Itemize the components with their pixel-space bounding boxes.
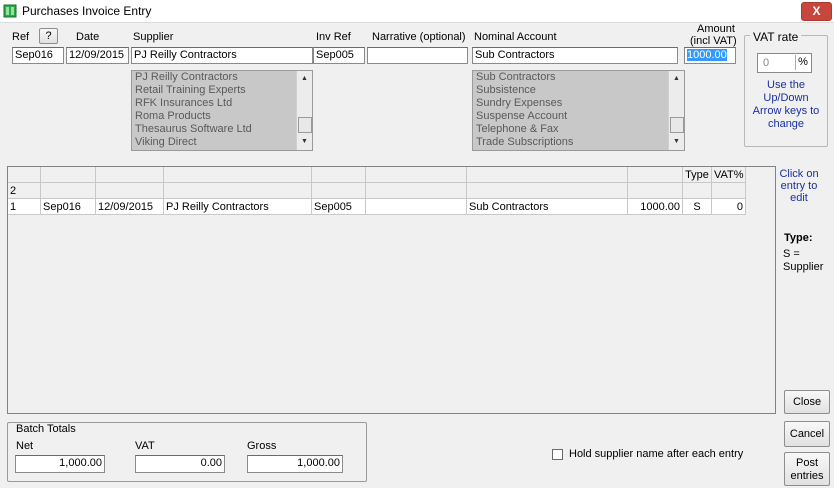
hold-supplier-checkbox[interactable]: [552, 449, 563, 460]
list-item[interactable]: Subsistence: [473, 84, 684, 97]
list-item[interactable]: RFK Insurances Ltd: [132, 97, 312, 110]
grid-cell: 1000.00: [628, 199, 683, 215]
grid-cell: [96, 183, 164, 199]
grid-cell: [366, 199, 467, 215]
nominal-input[interactable]: Sub Contractors: [472, 47, 678, 64]
grid-cell: [164, 183, 312, 199]
nominal-scrollbar[interactable]: ▲ ▼: [668, 71, 684, 150]
amount-value: 1000.00: [687, 49, 727, 61]
net-total-field: 1,000.00: [15, 455, 105, 473]
grid-cell: [164, 167, 312, 183]
grid-cell: [41, 183, 96, 199]
supplier-listbox[interactable]: PJ Reilly Contractors Retail Training Exp…: [131, 70, 313, 151]
list-item[interactable]: Sundry Expenses: [473, 97, 684, 110]
grid-cell: S: [683, 199, 712, 215]
close-icon[interactable]: X: [801, 2, 832, 21]
grid-cell: [628, 167, 683, 183]
grid-cell: [96, 167, 164, 183]
post-entries-button[interactable]: Post entries: [784, 452, 830, 486]
window-title: Purchases Invoice Entry: [22, 4, 152, 18]
nominal-listbox[interactable]: Sub Contractors Subsistence Sundry Expense…: [472, 70, 685, 151]
supplier-list: PJ Reilly Contractors Retail Training Exp…: [132, 71, 312, 149]
ref-input[interactable]: Sep016: [12, 47, 64, 64]
list-item[interactable]: Thesaurus Software Ltd: [132, 123, 312, 136]
scroll-thumb[interactable]: [670, 117, 684, 133]
type-desc: S = Supplier: [783, 248, 824, 273]
nominal-label: Nominal Account: [474, 31, 557, 43]
list-item[interactable]: PJ Reilly Contractors: [132, 71, 312, 84]
inv-ref-label: Inv Ref: [316, 31, 351, 43]
grid-cell: [628, 183, 683, 199]
list-item[interactable]: Suspense Account: [473, 110, 684, 123]
amount-label-vat: (incl VAT): [690, 35, 737, 47]
list-item[interactable]: Trade Subscriptions: [473, 136, 684, 149]
grid-cell: [366, 183, 467, 199]
scroll-thumb[interactable]: [298, 117, 312, 133]
percent-sign: %: [795, 55, 810, 70]
grid-cell: [41, 167, 96, 183]
help-button[interactable]: ?: [39, 28, 58, 44]
grid-cell: 12/09/2015: [96, 199, 164, 215]
green-ledger-icon: [3, 4, 17, 18]
grid-cell: [683, 183, 712, 199]
vat-total-field: 0.00: [135, 455, 225, 473]
edit-hint: Click on entry to edit: [779, 168, 819, 204]
gross-label: Gross: [247, 440, 277, 452]
inv-ref-input[interactable]: Sep005: [313, 47, 365, 64]
grid-cell: [312, 183, 366, 199]
amount-input[interactable]: 1000.00: [684, 47, 736, 64]
net-label: Net: [16, 440, 34, 452]
title-bar: Purchases Invoice Entry X: [0, 0, 834, 23]
batch-totals-title: Batch Totals: [14, 423, 78, 435]
grid-cell: Sub Contractors: [467, 199, 628, 215]
list-item[interactable]: Roma Products: [132, 110, 312, 123]
scroll-up-icon[interactable]: ▲: [669, 72, 684, 86]
nominal-list: Sub Contractors Subsistence Sundry Expense…: [473, 71, 684, 149]
list-item[interactable]: Viking Direct: [132, 136, 312, 149]
supplier-label: Supplier: [133, 31, 174, 43]
grid-header-row: Type VAT%: [8, 167, 746, 183]
narrative-input[interactable]: [367, 47, 468, 64]
cancel-button[interactable]: Cancel: [784, 421, 830, 447]
narrative-label: Narrative (optional): [372, 31, 466, 43]
vat-rate-input[interactable]: 0 %: [757, 53, 812, 73]
amount-label: Amount: [697, 23, 735, 35]
grid-cell: 2: [8, 183, 41, 199]
entries-grid[interactable]: Type VAT% 2 1 Sep016 12/09/2015 PJ Reilly Co…: [7, 166, 776, 414]
list-item[interactable]: Sub Contractors: [473, 71, 684, 84]
list-item[interactable]: Telephone & Fax: [473, 123, 684, 136]
vat-rate-value: 0: [763, 57, 770, 69]
grid-cell: [312, 167, 366, 183]
table-row[interactable]: 1 Sep016 12/09/2015 PJ Reilly Contractors Se…: [8, 199, 746, 215]
grid-cell: [366, 167, 467, 183]
grid-cell: Sep016: [41, 199, 96, 215]
grid-cell: VAT%: [712, 167, 746, 183]
date-input[interactable]: 12/09/2015: [66, 47, 129, 64]
grid-cell: 1: [8, 199, 41, 215]
grid-cell: PJ Reilly Contractors: [164, 199, 312, 215]
grid-cell: [712, 183, 746, 199]
ref-label: Ref: [12, 31, 30, 43]
supplier-input[interactable]: PJ Reilly Contractors: [131, 47, 313, 64]
scroll-down-icon[interactable]: ▼: [297, 135, 312, 149]
scroll-up-icon[interactable]: ▲: [297, 72, 312, 86]
grid-cell: 0: [712, 199, 746, 215]
supplier-scrollbar[interactable]: ▲ ▼: [296, 71, 312, 150]
grid-cell: [8, 167, 41, 183]
grid-cell: [467, 183, 628, 199]
vat-total-label: VAT: [135, 440, 155, 452]
table-row[interactable]: 2: [8, 183, 746, 199]
vat-rate-hint: Use the Up/Down Arrow keys to change: [752, 79, 820, 130]
hold-supplier-label: Hold supplier name after each entry: [569, 448, 744, 460]
grid-cell: Type: [683, 167, 712, 183]
grid-cell: Sep005: [312, 199, 366, 215]
date-label: Date: [76, 31, 100, 43]
gross-total-field: 1,000.00: [247, 455, 343, 473]
type-label: Type:: [784, 232, 813, 244]
grid-cell: [467, 167, 628, 183]
scroll-down-icon[interactable]: ▼: [669, 135, 684, 149]
vat-rate-title: VAT rate: [750, 30, 802, 44]
list-item[interactable]: Retail Training Experts: [132, 84, 312, 97]
close-button[interactable]: Close: [784, 390, 830, 414]
